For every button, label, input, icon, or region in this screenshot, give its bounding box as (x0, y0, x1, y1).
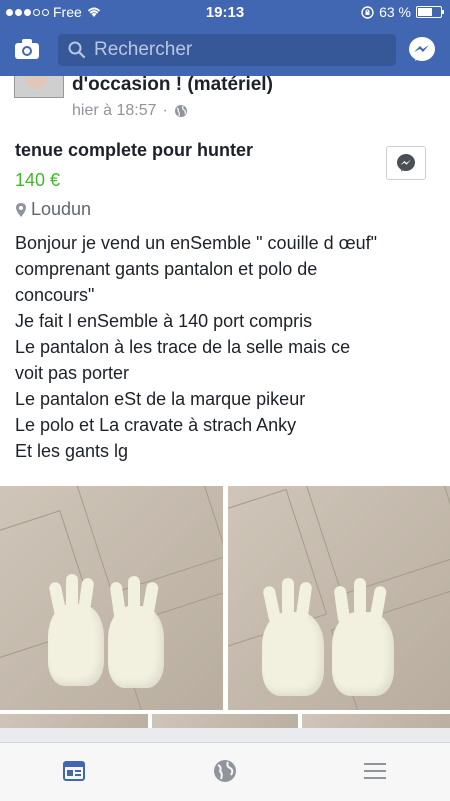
location-name: Loudun (31, 199, 92, 219)
meta-separator: · (162, 102, 168, 119)
search-bar[interactable] (58, 34, 396, 66)
news-feed-icon[interactable] (62, 759, 86, 783)
messenger-icon[interactable] (408, 36, 436, 64)
description-line: Le pantalon à les trace de la selle mais… (15, 337, 351, 357)
battery-percent: 63 % (379, 4, 411, 20)
listing-photo[interactable] (228, 486, 450, 710)
description-line: Je fait l enSemble à 140 port compris (15, 311, 313, 331)
toolbar (0, 30, 450, 72)
location-pin-icon (16, 202, 26, 217)
listing-photo[interactable] (0, 486, 223, 710)
description-line: Bonjour je vend un enSemble " couille d … (15, 233, 377, 253)
message-seller-button[interactable] (386, 146, 426, 180)
group-title[interactable]: d'occasion ! (matériel) (72, 76, 273, 96)
listing-photo[interactable] (302, 714, 450, 728)
status-bar: Free 19:13 63 % (0, 0, 450, 26)
camera-icon[interactable] (14, 38, 40, 60)
globe-icon (174, 105, 187, 117)
post-card: d'occasion ! (matériel) hier à 18:57 · t… (0, 76, 450, 728)
battery-icon (416, 6, 444, 18)
status-right: 63 % (361, 4, 444, 20)
messenger-icon (397, 154, 415, 172)
description-line: voit pas porter (15, 363, 130, 383)
listing-title: tenue complete pour hunter (15, 140, 254, 160)
post-meta: hier à 18:57 · (72, 102, 188, 120)
description-line: Le polo et La cravate à strach Anky (15, 415, 297, 435)
avatar[interactable] (14, 76, 64, 98)
search-icon (68, 41, 86, 59)
description-line: concours" (15, 285, 95, 305)
app-header: Free 19:13 63 % (0, 0, 450, 76)
listing-price: 140 € (15, 170, 61, 190)
globe-icon[interactable] (213, 759, 237, 783)
search-input[interactable] (92, 38, 376, 62)
description-line: comprenant gants pantalon et polo de (15, 259, 318, 279)
listing-description: Bonjour je vend un enSemble " couille d … (15, 230, 435, 464)
listing-photo[interactable] (0, 714, 148, 728)
tab-bar (0, 742, 450, 801)
listing-location: Loudun (15, 199, 91, 220)
menu-icon[interactable] (363, 759, 387, 783)
post-timestamp[interactable]: hier à 18:57 (72, 102, 157, 120)
rotation-lock-icon (361, 5, 374, 19)
description-line: Et les gants lg (15, 441, 129, 461)
description-line: Le pantalon eSt de la marque pikeur (15, 389, 306, 409)
listing-photo[interactable] (152, 714, 298, 728)
